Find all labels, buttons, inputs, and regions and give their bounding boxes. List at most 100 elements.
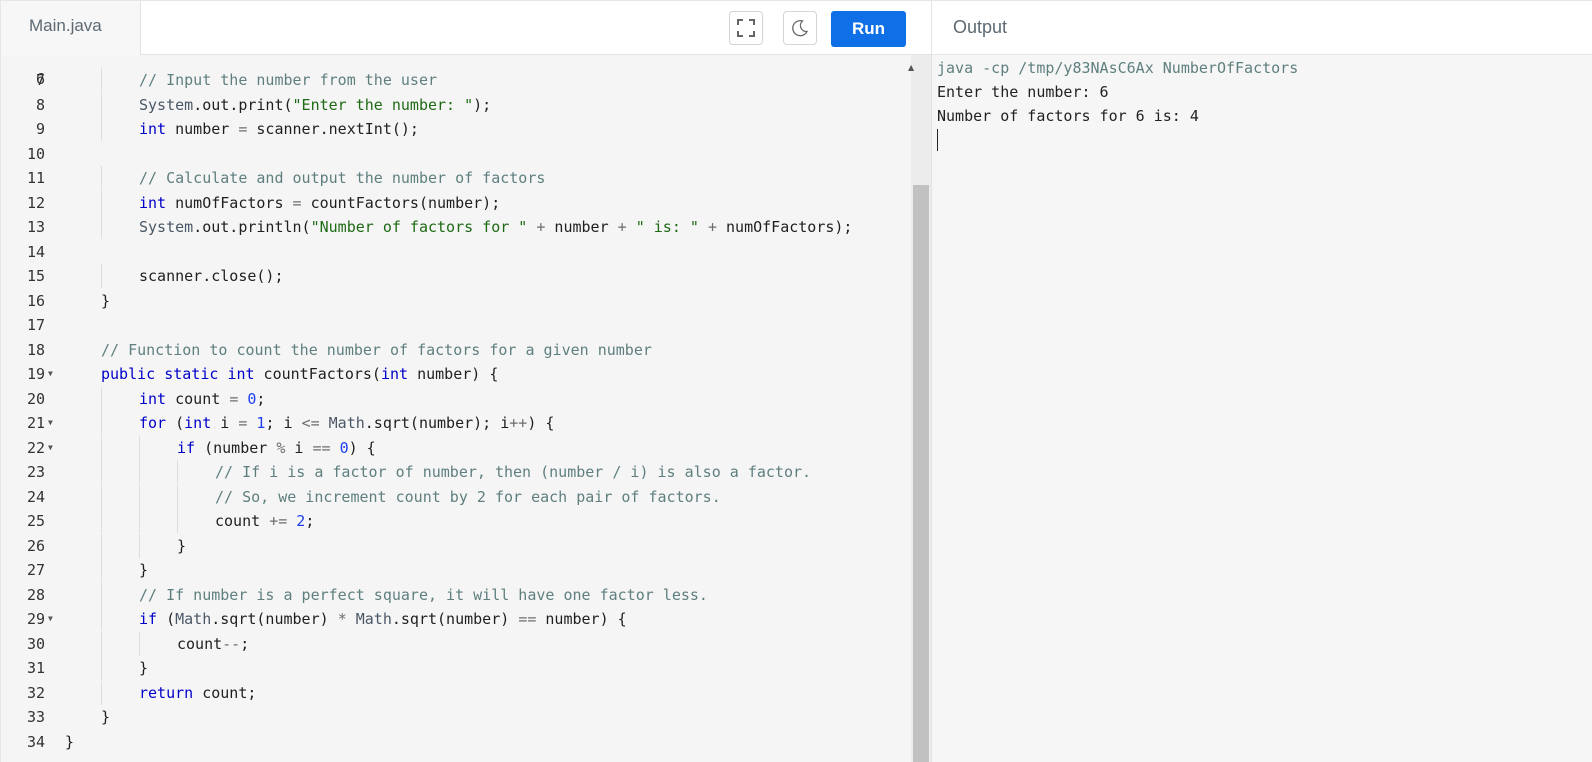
- line-code: int numOfFactors = countFactors(number);: [139, 191, 500, 215]
- indent-guide: [101, 656, 102, 680]
- code-token: ==: [518, 610, 537, 628]
- code-token: int: [227, 365, 255, 383]
- code-line: 31}: [1, 656, 901, 680]
- line-code: for (int i = 1; i <= Math.sqrt(number); …: [139, 411, 554, 435]
- code-token: // Input the number from the user: [139, 71, 438, 89]
- code-token: int: [380, 365, 409, 383]
- code-token: "Number of factors for ": [310, 218, 528, 236]
- output-panel[interactable]: ▲ java -cp /tmp/y83NAsC6Ax NumberOfFacto…: [908, 55, 1592, 762]
- line-code: public static int countFactors(int numbe…: [101, 362, 498, 386]
- fold-arrow-icon[interactable]: ▼: [48, 362, 53, 386]
- code-token: i: [285, 438, 313, 457]
- code-line: 7 // Input the number from the user: [1, 68, 901, 92]
- line-code: count--;: [177, 632, 249, 656]
- output-line: Enter the number: 6: [937, 83, 1109, 101]
- indent-guide: [101, 411, 102, 435]
- line-number: 26: [26, 536, 45, 555]
- line-code: return count;: [139, 681, 256, 705]
- line-number: 14: [26, 242, 45, 261]
- indent-guide: [177, 460, 178, 484]
- line-number: 29: [26, 610, 45, 628]
- code-token: .sqrt(number): [391, 610, 519, 628]
- line-code: // Calculate and output the number of fa…: [139, 166, 545, 190]
- code-token: "Enter the number: ": [292, 95, 474, 114]
- code-line: 30 count--;: [1, 631, 901, 656]
- line-code: count += 2;: [215, 509, 314, 533]
- theme-toggle-button[interactable]: [783, 11, 817, 45]
- code-token: +=: [269, 512, 288, 530]
- code-token: Math: [175, 610, 212, 628]
- code-token: if: [139, 610, 158, 628]
- code-token: ;: [305, 512, 315, 530]
- output-command: java -cp /tmp/y83NAsC6Ax NumberOfFactors: [937, 59, 1299, 77]
- line-code: // So, we increment count by 2 for each …: [215, 485, 721, 509]
- indent-guide: [139, 484, 140, 509]
- fullscreen-icon: [737, 19, 755, 37]
- editor-toolbar: Main.java Run: [1, 1, 931, 55]
- line-code: // If number is a perfect square, it wil…: [139, 583, 708, 607]
- line-number: 8: [35, 95, 45, 114]
- fold-arrow-icon[interactable]: ▼: [48, 411, 53, 435]
- code-token: // If number is a perfect square, it wil…: [139, 585, 708, 604]
- indent-guide: [101, 680, 102, 705]
- indent-guide: [101, 386, 102, 411]
- code-token: }: [177, 536, 187, 555]
- code-token: // If i is a factor of number, then (num…: [215, 463, 812, 481]
- code-token: ) {: [527, 414, 555, 432]
- code-token: 0: [339, 438, 349, 457]
- fullscreen-button[interactable]: [729, 11, 763, 45]
- code-token: int: [139, 389, 167, 408]
- line-number: 13: [26, 218, 45, 236]
- line-number: 33: [26, 708, 45, 726]
- indent-guide: [101, 582, 102, 607]
- code-token: numOfFactors: [166, 193, 293, 212]
- line-code: }: [101, 705, 110, 729]
- line-number: 34: [26, 732, 45, 751]
- fold-arrow-icon[interactable]: ▼: [48, 436, 53, 460]
- line-code: }: [101, 289, 110, 313]
- code-editor[interactable]: 6 7 // Input the number from the user 8 Sys…: [1, 55, 911, 762]
- indent-guide: [101, 264, 102, 288]
- line-number: 28: [26, 585, 45, 604]
- line-code: System.out.println("Number of factors fo…: [139, 215, 852, 239]
- indent-guide: [101, 484, 102, 509]
- code-token: number) {: [408, 365, 499, 383]
- run-button[interactable]: Run: [831, 11, 906, 47]
- code-token: scanner.nextInt();: [247, 120, 419, 138]
- line-code: if (Math.sqrt(number) * Math.sqrt(number…: [139, 607, 627, 631]
- code-token: count: [166, 389, 230, 408]
- line-number: 9: [35, 120, 45, 138]
- line-number: 18: [26, 340, 45, 359]
- output-title: Output: [931, 1, 1592, 55]
- indent-guide: [139, 435, 140, 460]
- indent-guide: [101, 607, 102, 631]
- moon-icon: [792, 20, 809, 37]
- code-token: count;: [193, 683, 257, 702]
- line-code: }: [139, 656, 148, 680]
- line-number: 7: [35, 71, 45, 89]
- line-number: 31: [26, 659, 45, 677]
- indent-guide: [101, 166, 102, 190]
- code-token: if: [177, 438, 196, 457]
- line-number: 22: [26, 438, 45, 457]
- scroll-up-icon[interactable]: ▲: [908, 63, 914, 72]
- line-code: }: [139, 558, 148, 582]
- code-token: ;: [256, 389, 266, 408]
- line-number: 21: [26, 414, 45, 432]
- editor-scrollbar[interactable]: [911, 55, 931, 762]
- line-number: 25: [26, 512, 45, 530]
- editor-scrollbar-thumb[interactable]: [913, 185, 929, 762]
- code-token: i: [211, 414, 239, 432]
- line-number: 16: [26, 291, 45, 310]
- line-code: }: [177, 534, 186, 558]
- code-token: Math: [355, 610, 392, 628]
- indent-guide: [101, 533, 102, 558]
- tab-main-java[interactable]: Main.java: [1, 1, 141, 55]
- code-line: 18 // Function to count the number of fac…: [1, 338, 901, 362]
- fold-arrow-icon[interactable]: ▼: [48, 607, 53, 631]
- code-token: }: [139, 561, 149, 579]
- code-line: 24 // So, we increment count by 2 for eac…: [1, 484, 901, 509]
